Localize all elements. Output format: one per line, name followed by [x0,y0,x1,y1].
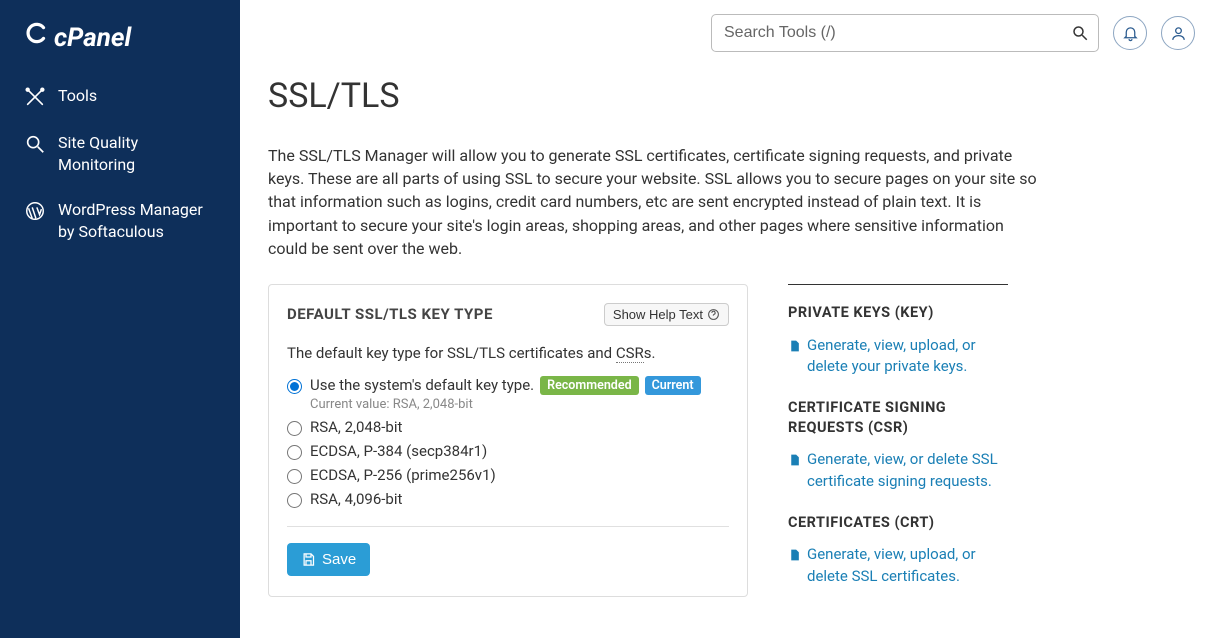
user-icon [1170,25,1187,42]
file-icon [788,547,801,563]
radio-input[interactable] [287,421,302,436]
save-icon [301,552,316,567]
search-button[interactable] [1067,20,1093,46]
magnify-icon [24,133,46,155]
sidebar-item-tools[interactable]: Tools [0,73,240,120]
brand-text: cPanel [54,23,131,53]
key-type-option-ecdsa-p384[interactable]: ECDSA, P-384 (secp384r1) [287,442,729,460]
side-section-csr: CERTIFICATE SIGNING REQUESTS (CSR) Gener… [788,398,1008,493]
key-type-option-rsa-4096[interactable]: RSA, 4,096-bit [287,490,729,508]
radio-label: ECDSA, P-256 (prime256v1) [310,466,496,484]
tools-icon [24,86,46,108]
radio-input[interactable] [287,493,302,508]
sidebar-item-wordpress[interactable]: WordPress Manager by Softaculous [0,187,240,254]
page-intro: The SSL/TLS Manager will allow you to ge… [268,144,1038,260]
radio-label: RSA, 2,048-bit [310,418,402,436]
sidebar-item-label: Site Quality Monitoring [58,132,216,175]
side-link-text: Generate, view, upload, or delete your p… [807,335,1008,379]
certificates-link[interactable]: Generate, view, upload, or delete SSL ce… [788,544,1008,588]
sidebar-item-label: Tools [58,85,97,107]
sidebar-item-label: WordPress Manager by Softaculous [58,199,216,242]
content: SSL/TLS The SSL/TLS Manager will allow y… [240,52,1221,638]
save-button-label: Save [322,551,356,568]
side-link-text: Generate, view, or delete SSL certificat… [807,449,1008,493]
question-circle-icon [707,308,720,321]
bell-icon [1122,25,1139,42]
current-badge: Current [645,376,701,395]
side-section-title: PRIVATE KEYS (KEY) [788,303,1008,323]
page-title: SSL/TLS [268,76,1193,116]
csr-link[interactable]: Generate, view, or delete SSL certificat… [788,449,1008,493]
file-icon [788,338,801,354]
side-panel: PRIVATE KEYS (KEY) Generate, view, uploa… [788,284,1008,608]
topbar [240,0,1221,52]
file-icon [788,452,801,468]
account-button[interactable] [1161,16,1195,50]
card-title: DEFAULT SSL/TLS KEY TYPE [287,305,493,323]
radio-input[interactable] [287,379,302,394]
show-help-text-button[interactable]: Show Help Text [604,303,729,326]
csr-abbrev: CSR [616,344,644,363]
sidebar-item-site-quality[interactable]: Site Quality Monitoring [0,120,240,187]
side-section-private-keys: PRIVATE KEYS (KEY) Generate, view, uploa… [788,284,1008,378]
main: SSL/TLS The SSL/TLS Manager will allow y… [240,0,1221,638]
cpanel-logo-icon [24,20,50,46]
key-type-option-ecdsa-p256[interactable]: ECDSA, P-256 (prime256v1) [287,466,729,484]
radio-label: RSA, 4,096-bit [310,490,402,508]
help-btn-label: Show Help Text [613,307,703,322]
sidebar: cPanel Tools Site Quality Monitoring Wor… [0,0,240,638]
radio-input[interactable] [287,469,302,484]
search-icon [1071,24,1089,42]
brand-logo[interactable]: cPanel [0,20,240,73]
key-type-option-rsa-2048[interactable]: RSA, 2,048-bit [287,418,729,436]
radio-label: ECDSA, P-384 (secp384r1) [310,442,487,460]
card-description: The default key type for SSL/TLS certifi… [287,344,729,362]
recommended-badge: Recommended [540,376,639,395]
private-keys-link[interactable]: Generate, view, upload, or delete your p… [788,335,1008,379]
wordpress-icon [24,200,46,222]
save-button[interactable]: Save [287,543,370,576]
radio-label: Use the system's default key type. [310,376,534,394]
key-type-option-default[interactable]: Use the system's default key type. Recom… [287,376,729,412]
side-link-text: Generate, view, upload, or delete SSL ce… [807,544,1008,588]
side-section-title: CERTIFICATE SIGNING REQUESTS (CSR) [788,398,1008,437]
key-type-card: DEFAULT SSL/TLS KEY TYPE Show Help Text … [268,284,748,597]
side-section-title: CERTIFICATES (CRT) [788,513,1008,533]
current-value-text: Current value: RSA, 2,048-bit [310,397,701,412]
search-input[interactable] [711,14,1099,52]
search [711,14,1099,52]
notifications-button[interactable] [1113,16,1147,50]
radio-input[interactable] [287,445,302,460]
key-type-radio-group: Use the system's default key type. Recom… [287,376,729,508]
side-section-certificates: CERTIFICATES (CRT) Generate, view, uploa… [788,513,1008,588]
